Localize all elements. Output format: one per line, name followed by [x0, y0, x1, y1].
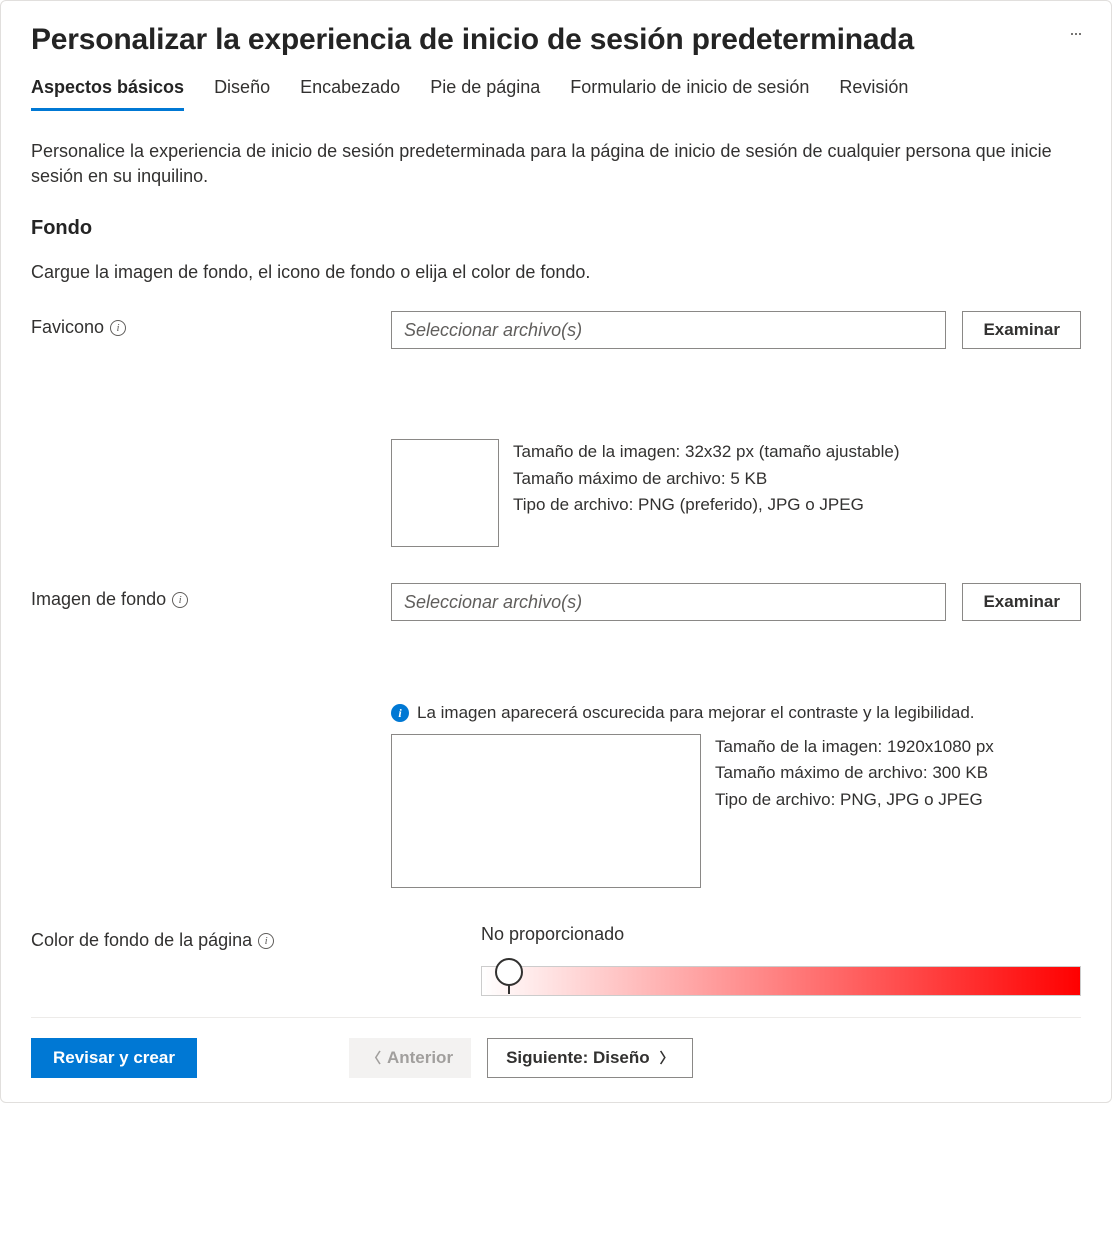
bgimage-file-input[interactable]: [391, 583, 946, 621]
tab-signin-form[interactable]: Formulario de inicio de sesión: [570, 77, 809, 111]
bgimage-spec-max: Tamaño máximo de archivo: 300 KB: [715, 760, 994, 786]
bgcolor-slider[interactable]: [481, 953, 1081, 987]
favicon-file-input[interactable]: [391, 311, 946, 349]
more-options-button[interactable]: ···: [1069, 23, 1081, 44]
bgcolor-value: No proporcionado: [481, 924, 1081, 945]
info-icon[interactable]: i: [110, 320, 126, 336]
tab-strip: Aspectos básicos Diseño Encabezado Pie d…: [31, 77, 1081, 111]
review-create-button[interactable]: Revisar y crear: [31, 1038, 197, 1078]
bgimage-label: Imagen de fondo: [31, 589, 166, 610]
tab-review[interactable]: Revisión: [839, 77, 908, 111]
separator: [31, 1017, 1081, 1018]
bgimage-info-text: La imagen aparecerá oscurecida para mejo…: [417, 701, 975, 726]
favicon-label: Favicono: [31, 317, 104, 338]
info-icon: i: [391, 704, 409, 722]
next-button-label: Siguiente: Diseño: [506, 1048, 650, 1068]
page-title: Personalizar la experiencia de inicio de…: [31, 23, 1081, 57]
favicon-spec-size: Tamaño de la imagen: 32x32 px (tamaño aj…: [513, 439, 900, 465]
tab-header[interactable]: Encabezado: [300, 77, 400, 111]
tab-footer[interactable]: Pie de página: [430, 77, 540, 111]
tab-layout[interactable]: Diseño: [214, 77, 270, 111]
favicon-spec-type: Tipo de archivo: PNG (preferido), JPG o …: [513, 492, 900, 518]
section-heading-background: Fondo: [31, 217, 1081, 240]
bgimage-preview: [391, 734, 701, 888]
intro-text: Personalice la experiencia de inicio de …: [31, 139, 1081, 189]
bgcolor-slider-thumb[interactable]: [495, 958, 523, 986]
previous-button: 〈 Anterior: [349, 1038, 471, 1078]
tab-basics[interactable]: Aspectos básicos: [31, 77, 184, 111]
bgimage-spec-size: Tamaño de la imagen: 1920x1080 px: [715, 734, 994, 760]
chevron-left-icon: 〈: [367, 1048, 381, 1068]
bgimage-browse-button[interactable]: Examinar: [962, 583, 1081, 621]
bgcolor-slider-track: [481, 966, 1081, 996]
bgimage-spec-type: Tipo de archivo: PNG, JPG o JPEG: [715, 787, 994, 813]
previous-button-label: Anterior: [387, 1048, 453, 1068]
next-button[interactable]: Siguiente: Diseño 〉: [487, 1038, 693, 1078]
bgcolor-label: Color de fondo de la página: [31, 930, 252, 951]
section-subtext: Cargue la imagen de fondo, el icono de f…: [31, 262, 1081, 283]
favicon-spec-max: Tamaño máximo de archivo: 5 KB: [513, 466, 900, 492]
info-icon[interactable]: i: [258, 933, 274, 949]
info-icon[interactable]: i: [172, 592, 188, 608]
favicon-browse-button[interactable]: Examinar: [962, 311, 1081, 349]
favicon-preview: [391, 439, 499, 547]
chevron-right-icon: 〉: [660, 1048, 674, 1068]
